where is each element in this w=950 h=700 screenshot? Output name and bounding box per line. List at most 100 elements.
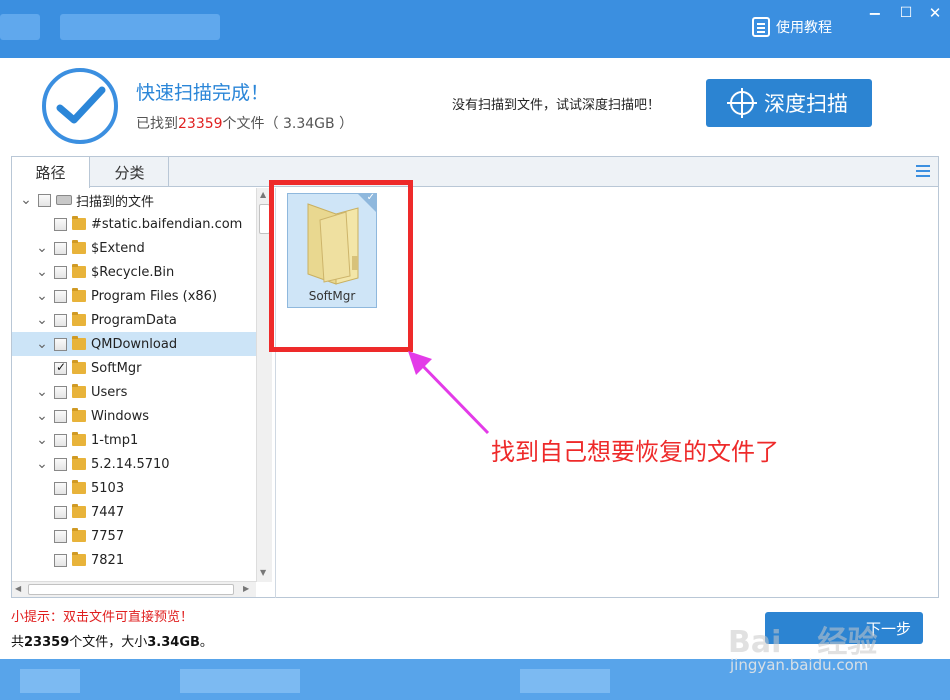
tab-category[interactable]: 分类 [91, 157, 169, 187]
folder-icon [72, 432, 86, 446]
tree-item[interactable]: 5103 [12, 476, 256, 500]
checkbox[interactable] [54, 409, 67, 423]
tree-item-label: Program Files (x86) [91, 288, 218, 304]
document-icon [752, 17, 770, 37]
tree-item-label: Users [91, 384, 128, 400]
tree-item[interactable]: ⌄ $Extend [12, 236, 256, 260]
tree-item[interactable]: 7447 [12, 500, 256, 524]
tree-item[interactable]: ⌄ QMDownload [12, 332, 256, 356]
tree-item-label: 1-tmp1 [91, 432, 139, 448]
chevron-down-icon[interactable]: ⌄ [34, 312, 50, 328]
tree-item[interactable]: 7757 [12, 524, 256, 548]
found-count: 23359 [178, 116, 223, 132]
folder-icon [72, 360, 86, 374]
chevron-down-icon[interactable] [34, 480, 50, 496]
tree-item-label: 扫描到的文件 [76, 194, 155, 210]
chevron-down-icon[interactable] [34, 504, 50, 520]
blurred-title [0, 14, 40, 40]
folder-icon [72, 384, 86, 398]
tree-item[interactable]: ⌄ 扫描到的文件 [12, 188, 256, 212]
chevron-down-icon[interactable]: ⌄ [34, 288, 50, 304]
minimize-button[interactable]: − [864, 2, 886, 24]
annotation-arrow-icon [408, 351, 490, 435]
tree-item[interactable]: ⌄ Users [12, 380, 256, 404]
tree-item-label: $Extend [91, 240, 145, 256]
deep-scan-hint: 没有扫描到文件，试试深度扫描吧！ [452, 98, 661, 113]
tree-item-label: 5103 [91, 480, 125, 496]
folder-icon [72, 216, 86, 230]
close-button[interactable]: ✕ [924, 2, 946, 24]
tab-path[interactable]: 路径 [12, 157, 90, 188]
checkbox[interactable] [54, 505, 67, 519]
chevron-down-icon[interactable]: ⌄ [34, 408, 50, 424]
deep-scan-button[interactable]: 深度扫描 [706, 79, 872, 127]
scroll-up-icon[interactable]: ▲ [260, 190, 266, 199]
checkbox[interactable] [54, 433, 67, 447]
tree-item[interactable]: ⌄ Windows [12, 404, 256, 428]
scroll-thumb[interactable] [28, 584, 234, 595]
checkbox[interactable] [54, 385, 67, 399]
folder-icon [72, 528, 86, 542]
menu-icon[interactable] [916, 165, 932, 179]
scroll-down-icon[interactable]: ▼ [260, 568, 266, 577]
tree-item-label: $Recycle.Bin [91, 264, 175, 280]
tree-item-label: 5.2.14.5710 [91, 456, 170, 472]
checkbox[interactable] [54, 337, 67, 351]
folder-icon [72, 504, 86, 518]
folder-icon [72, 408, 86, 422]
chevron-down-icon[interactable] [34, 216, 50, 232]
chevron-down-icon[interactable] [34, 528, 50, 544]
tree-item[interactable]: SoftMgr [12, 356, 256, 380]
checkbox[interactable] [54, 529, 67, 543]
folder-icon [72, 312, 86, 326]
tree-item[interactable]: ⌄ 5.2.14.5710 [12, 452, 256, 476]
watermark-url: jingyan.baidu.com [730, 656, 869, 674]
folder-icon [72, 264, 86, 278]
folder-icon [72, 288, 86, 302]
checkbox[interactable] [54, 313, 67, 327]
check-circle-icon [42, 68, 118, 144]
tree-item[interactable]: ⌄ 1-tmp1 [12, 428, 256, 452]
chevron-down-icon[interactable] [34, 552, 50, 568]
folder-icon [72, 336, 86, 350]
folder-icon [72, 552, 86, 566]
checkbox[interactable] [54, 289, 67, 303]
tree-item[interactable]: ⌄ $Recycle.Bin [12, 260, 256, 284]
tree-item-label: 7447 [91, 504, 125, 520]
scroll-left-icon[interactable]: ◀ [15, 584, 21, 593]
chevron-down-icon[interactable]: ⌄ [34, 456, 50, 472]
chevron-down-icon[interactable]: ⌄ [34, 336, 50, 352]
checkbox[interactable] [54, 360, 67, 375]
tree-item[interactable]: ⌄ Program Files (x86) [12, 284, 256, 308]
chevron-down-icon[interactable]: ⌄ [34, 432, 50, 448]
checkbox[interactable] [38, 193, 51, 207]
chevron-down-icon[interactable]: ⌄ [34, 240, 50, 256]
scan-result-header: 快速扫描完成！ 已找到23359个文件（ 3.34GB ） 没有扫描到文件，试试… [0, 58, 950, 150]
checkbox[interactable] [54, 265, 67, 279]
checkbox[interactable] [54, 217, 67, 231]
annotation-text: 找到自己想要恢复的文件了 [491, 438, 779, 466]
tree-item-label: Windows [91, 408, 150, 424]
checkbox[interactable] [54, 553, 67, 567]
tree-item[interactable]: #static.baifendian.com [12, 212, 256, 236]
baidu-watermark: Bai 经验 [728, 625, 878, 660]
chevron-down-icon[interactable]: ⌄ [34, 384, 50, 400]
tutorial-button[interactable]: 使用教程 [752, 14, 832, 40]
maximize-button[interactable]: ☐ [895, 2, 917, 24]
tree-item-label: #static.baifendian.com [91, 216, 243, 232]
tree-horizontal-scrollbar[interactable]: ◀ ▶ [12, 581, 256, 597]
summary-text: 共23359个文件，大小3.34GB。 [11, 635, 213, 650]
scroll-right-icon[interactable]: ▶ [243, 584, 249, 593]
checkbox[interactable] [54, 457, 67, 471]
tree-item[interactable]: ⌄ ProgramData [12, 308, 256, 332]
chevron-down-icon[interactable]: ⌄ [18, 192, 34, 208]
tree-item-label: QMDownload [91, 336, 178, 352]
checkbox[interactable] [54, 481, 67, 495]
scan-complete-title: 快速扫描完成！ [136, 82, 270, 104]
title-bar: 使用教程 − ☐ ✕ [0, 0, 950, 58]
tree-item[interactable]: 7821 [12, 548, 256, 572]
view-tabs: 路径 分类 [12, 157, 938, 188]
chevron-down-icon[interactable]: ⌄ [34, 264, 50, 280]
checkbox[interactable] [54, 241, 67, 255]
preview-tip: 小提示：双击文件可直接预览！ [11, 610, 194, 625]
